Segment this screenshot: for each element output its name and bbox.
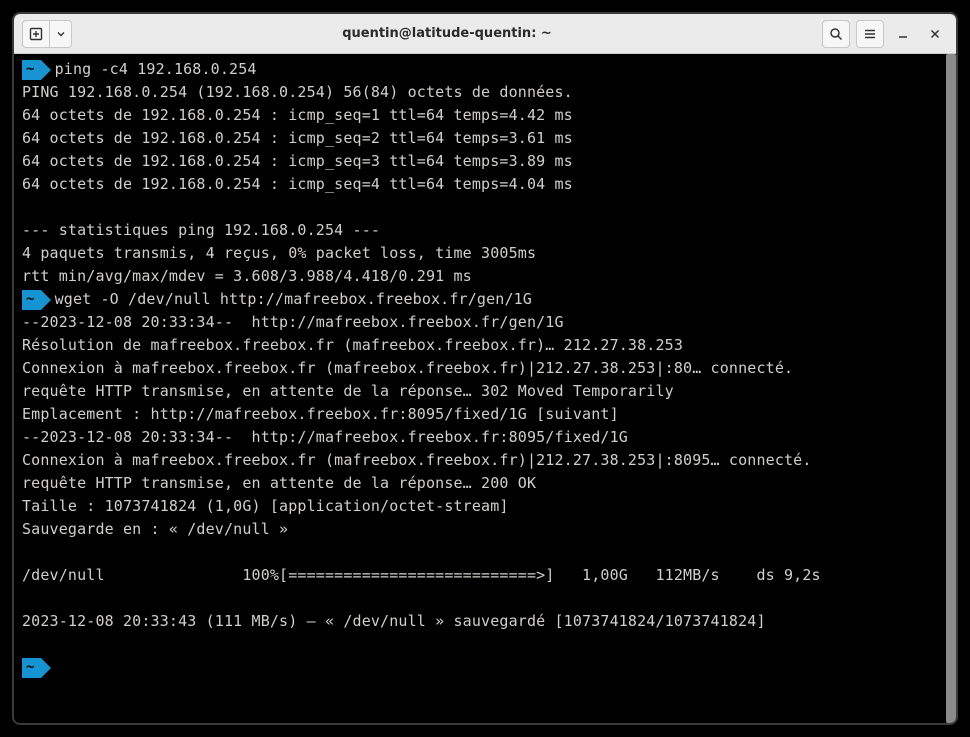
output-line: --- statistiques ping 192.168.0.254 --- xyxy=(22,219,948,242)
window-title: quentin@latitude-quentin: ~ xyxy=(78,26,816,41)
titlebar-right xyxy=(822,20,948,48)
titlebar-left xyxy=(22,20,72,48)
output-line: 64 octets de 192.168.0.254 : icmp_seq=2 … xyxy=(22,127,948,150)
terminal-window: quentin@latitude-quentin: ~ xyxy=(12,12,958,725)
output-line: 64 octets de 192.168.0.254 : icmp_seq=3 … xyxy=(22,150,948,173)
prompt-badge: ~ xyxy=(22,290,41,310)
scrollbar[interactable] xyxy=(946,54,956,723)
output-line: 2023-12-08 20:33:43 (111 MB/s) — « /dev/… xyxy=(22,610,948,633)
output-line: /dev/null 100%[=========================… xyxy=(22,564,948,587)
output-line: 64 octets de 192.168.0.254 : icmp_seq=1 … xyxy=(22,104,948,127)
output-line: Connexion à mafreebox.freebox.fr (mafree… xyxy=(22,449,948,472)
new-tab-button[interactable] xyxy=(22,20,50,48)
blank-line xyxy=(22,196,948,219)
output-line: requête HTTP transmise, en attente de la… xyxy=(22,472,948,495)
output-line: Emplacement : http://mafreebox.freebox.f… xyxy=(22,403,948,426)
prompt-line: ~ wget -O /dev/null http://mafreebox.fre… xyxy=(22,288,948,311)
minimize-icon xyxy=(897,28,909,40)
menu-button[interactable] xyxy=(856,20,884,48)
blank-line xyxy=(22,587,948,610)
blank-line xyxy=(22,633,948,656)
output-line: Résolution de mafreebox.freebox.fr (mafr… xyxy=(22,334,948,357)
terminal-content: ~ ping -c4 192.168.0.254 PING 192.168.0.… xyxy=(14,54,956,683)
chevron-down-icon xyxy=(56,29,66,39)
search-button[interactable] xyxy=(822,20,850,48)
output-line: PING 192.168.0.254 (192.168.0.254) 56(84… xyxy=(22,81,948,104)
minimize-button[interactable] xyxy=(890,21,916,47)
output-line: 4 paquets transmis, 4 reçus, 0% packet l… xyxy=(22,242,948,265)
prompt-line: ~ ping -c4 192.168.0.254 xyxy=(22,58,948,81)
output-line: requête HTTP transmise, en attente de la… xyxy=(22,380,948,403)
output-line: --2023-12-08 20:33:34-- http://mafreebox… xyxy=(22,311,948,334)
close-icon xyxy=(929,28,941,40)
new-tab-combo xyxy=(22,20,72,48)
output-line: 64 octets de 192.168.0.254 : icmp_seq=4 … xyxy=(22,173,948,196)
new-tab-icon xyxy=(29,27,43,41)
prompt-line: ~ xyxy=(22,656,948,679)
blank-line xyxy=(22,541,948,564)
titlebar: quentin@latitude-quentin: ~ xyxy=(14,14,956,54)
output-line: Connexion à mafreebox.freebox.fr (mafree… xyxy=(22,357,948,380)
hamburger-icon xyxy=(863,27,877,41)
command-text: ping -c4 192.168.0.254 xyxy=(55,58,257,81)
command-text: wget -O /dev/null http://mafreebox.freeb… xyxy=(55,288,532,311)
output-line: rtt min/avg/max/mdev = 3.608/3.988/4.418… xyxy=(22,265,948,288)
new-tab-dropdown[interactable] xyxy=(50,20,72,48)
search-icon xyxy=(829,27,843,41)
output-line: Sauvegarde en : « /dev/null » xyxy=(22,518,948,541)
prompt-badge: ~ xyxy=(22,60,41,80)
output-line: --2023-12-08 20:33:34-- http://mafreebox… xyxy=(22,426,948,449)
output-line: Taille : 1073741824 (1,0G) [application/… xyxy=(22,495,948,518)
scrollbar-thumb[interactable] xyxy=(946,54,956,723)
terminal-area[interactable]: ~ ping -c4 192.168.0.254 PING 192.168.0.… xyxy=(14,54,956,723)
prompt-badge: ~ xyxy=(22,658,41,678)
close-button[interactable] xyxy=(922,21,948,47)
